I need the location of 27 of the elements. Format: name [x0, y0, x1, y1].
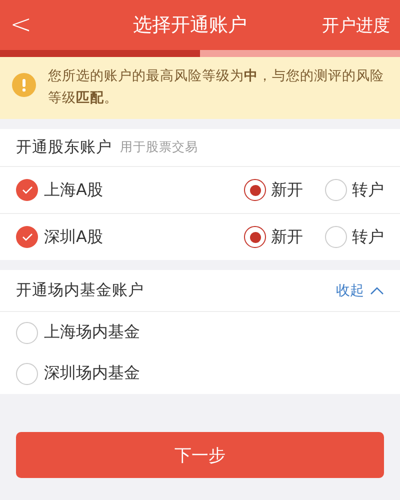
option-label: 转户: [352, 180, 384, 200]
progress-link[interactable]: 开户进度: [310, 14, 390, 36]
section-title: 开通股东账户: [16, 137, 112, 158]
option-label: 新开: [271, 180, 303, 200]
fund-label: 深圳场内基金: [44, 363, 140, 384]
option-label: 转户: [352, 226, 384, 248]
account-label: 深圳A股: [44, 226, 103, 248]
section-title: 开通场内基金账户: [16, 280, 144, 301]
section-hint: 用于股票交易: [120, 139, 198, 156]
account-label: 上海A股: [44, 180, 103, 200]
radio-button[interactable]: [244, 179, 266, 201]
risk-notice: 您所选的账户的最高风险等级为中，与您的测评的风险等级匹配。: [48, 67, 384, 108]
check-icon: [22, 233, 32, 241]
chevron-icon: [370, 286, 384, 294]
radio-button[interactable]: [244, 226, 266, 248]
page-title: 选择开通账户: [132, 13, 248, 38]
option-label: 新开: [271, 226, 303, 248]
next-button[interactable]: 下一步: [16, 432, 384, 478]
back-button[interactable]: <: [10, 10, 70, 40]
checkbox[interactable]: [16, 179, 38, 201]
checkbox[interactable]: [16, 226, 38, 248]
check-icon: [22, 186, 32, 194]
checkbox[interactable]: [16, 322, 38, 344]
fund-label: 上海场内基金: [44, 322, 140, 343]
checkbox[interactable]: [16, 362, 38, 384]
collapse-toggle[interactable]: 收起: [336, 282, 384, 300]
warning-icon: [12, 73, 36, 97]
